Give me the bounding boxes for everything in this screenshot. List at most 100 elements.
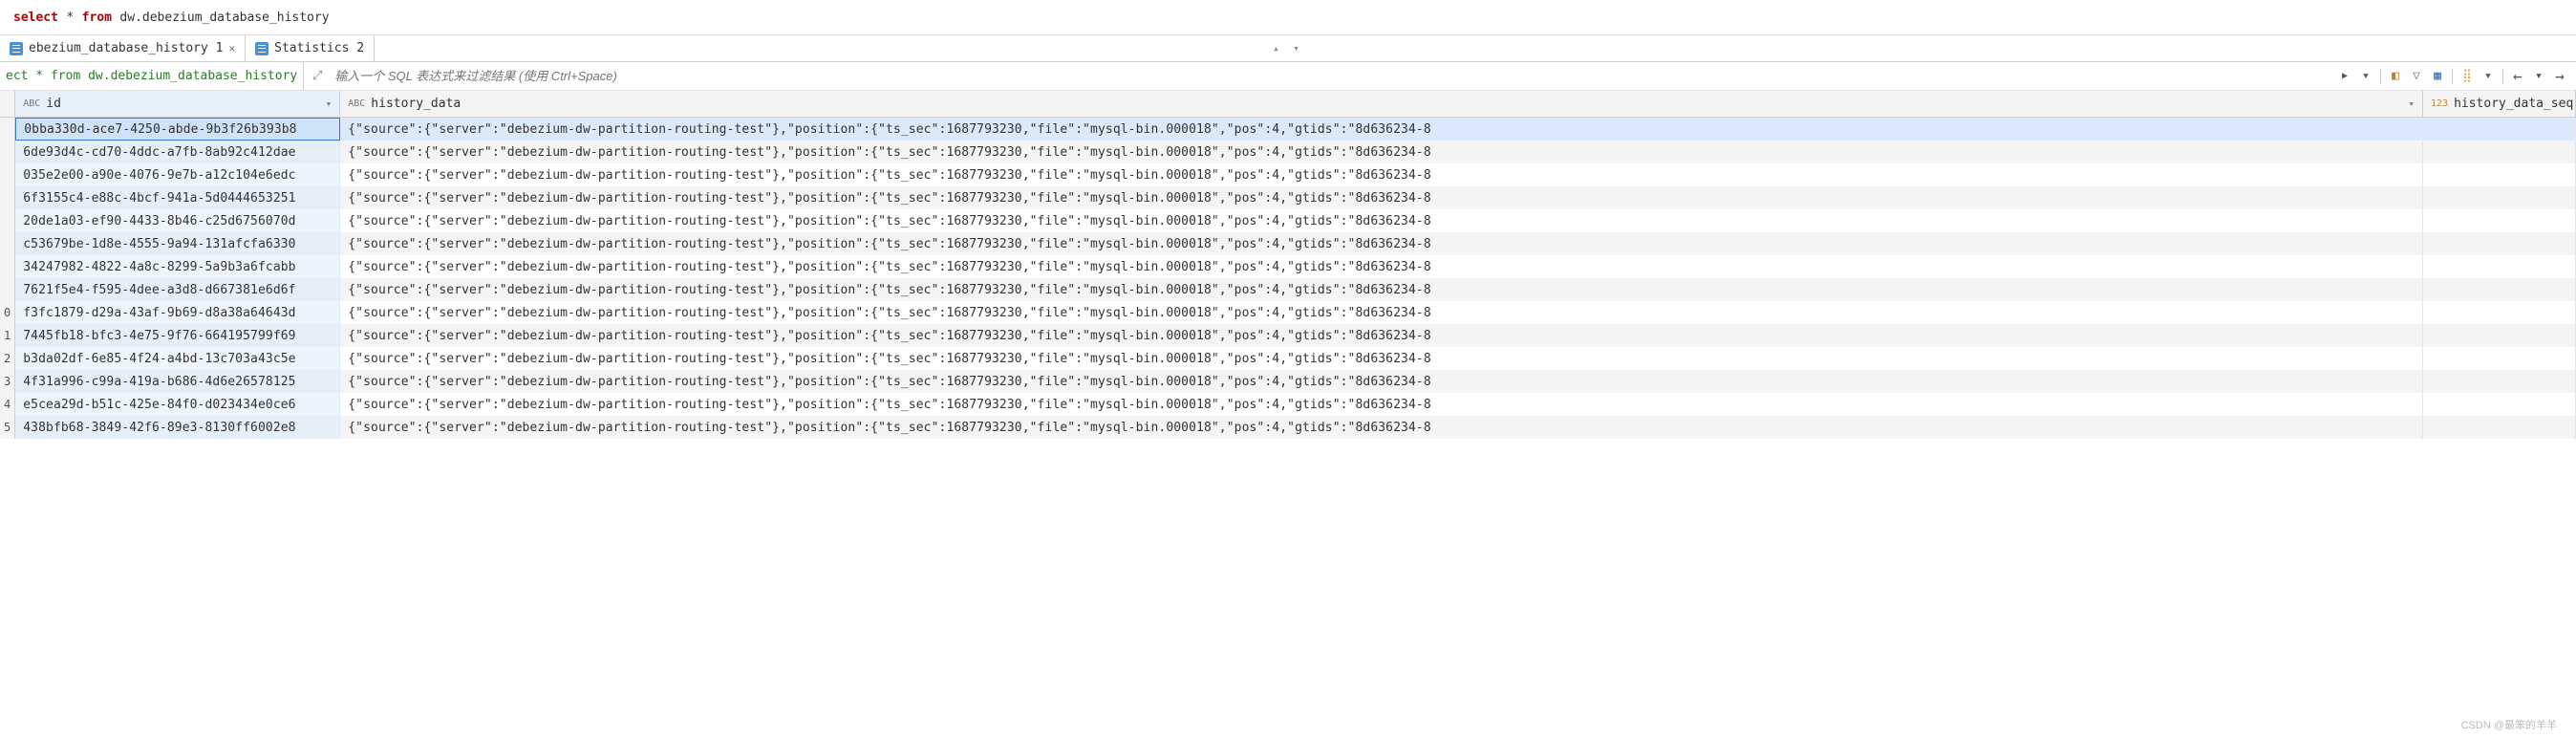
cell-history-data-seq[interactable]: [2423, 324, 2576, 347]
cell-history-data-seq[interactable]: [2423, 347, 2576, 370]
row-number[interactable]: [0, 141, 14, 163]
cell-id[interactable]: 035e2e00-a90e-4076-9e7b-a12c104e6edc: [15, 163, 340, 186]
column-header-history-data[interactable]: ABC history_data ▾: [340, 91, 2423, 117]
filter-icon[interactable]: ▾: [326, 98, 333, 110]
filter-input[interactable]: [331, 65, 2332, 87]
row-number[interactable]: 3: [0, 370, 14, 393]
row-number[interactable]: [0, 186, 14, 209]
text-type-icon: ABC: [23, 98, 40, 109]
column-header-history-data-seq[interactable]: 123 history_data_seq: [2423, 91, 2576, 117]
row-number[interactable]: [0, 209, 14, 232]
cell-history-data-seq[interactable]: [2423, 416, 2576, 439]
column-header-id[interactable]: ABC id ▾: [15, 91, 340, 117]
cell-history-data-seq[interactable]: [2423, 301, 2576, 324]
expand-icon[interactable]: ⤢: [308, 69, 327, 83]
row-number[interactable]: 2: [0, 347, 14, 370]
cell-history-data-seq[interactable]: [2423, 370, 2576, 393]
sql-editor[interactable]: select * from dw.debezium_database_histo…: [0, 0, 2576, 35]
tab-label: ebezium_database_history 1: [29, 41, 224, 55]
close-icon[interactable]: ✕: [229, 42, 236, 54]
nav-back-icon[interactable]: ←: [2509, 68, 2526, 85]
cell-id[interactable]: 7445fb18-bfc3-4e75-9f76-664195799f69: [15, 324, 340, 347]
cell-history-data[interactable]: {"source":{"server":"debezium-dw-partiti…: [340, 232, 2423, 255]
cell-id[interactable]: 438bfb68-3849-42f6-89e3-8130ff6002e8: [15, 416, 340, 439]
cell-history-data[interactable]: {"source":{"server":"debezium-dw-partiti…: [340, 416, 2423, 439]
cell-history-data[interactable]: {"source":{"server":"debezium-dw-partiti…: [340, 347, 2423, 370]
row-number[interactable]: [0, 232, 14, 255]
table-row[interactable]: 34247982-4822-4a8c-8299-5a9b3a6fcabb{"so…: [15, 255, 2576, 278]
save-icon[interactable]: ▦: [2429, 68, 2446, 85]
cell-id[interactable]: c53679be-1d8e-4555-9a94-131afcfa6330: [15, 232, 340, 255]
table-row[interactable]: f3fc1879-d29a-43af-9b69-d8a38a64643d{"so…: [15, 301, 2576, 324]
funnel-icon[interactable]: ▽: [2408, 68, 2425, 85]
cell-history-data[interactable]: {"source":{"server":"debezium-dw-partiti…: [340, 209, 2423, 232]
tab-statistics[interactable]: Statistics 2: [246, 35, 375, 61]
nav-forward-icon[interactable]: →: [2551, 68, 2568, 85]
cell-history-data[interactable]: {"source":{"server":"debezium-dw-partiti…: [340, 393, 2423, 416]
grid-icon: [255, 42, 268, 55]
cell-id[interactable]: f3fc1879-d29a-43af-9b69-d8a38a64643d: [15, 301, 340, 324]
row-number[interactable]: 4: [0, 393, 14, 416]
result-tabs: ebezium_database_history 1 ✕ Statistics …: [0, 35, 2576, 62]
cell-history-data-seq[interactable]: [2423, 209, 2576, 232]
cell-id[interactable]: 0bba330d-ace7-4250-abde-9b3f26b393b8: [15, 118, 340, 141]
table-row[interactable]: 035e2e00-a90e-4076-9e7b-a12c104e6edc{"so…: [15, 163, 2576, 186]
table-row[interactable]: b3da02df-6e85-4f24-a4bd-13c703a43c5e{"so…: [15, 347, 2576, 370]
cell-id[interactable]: 7621f5e4-f595-4dee-a3d8-d667381e6d6f: [15, 278, 340, 301]
cell-history-data-seq[interactable]: [2423, 278, 2576, 301]
cell-id[interactable]: 4f31a996-c99a-419a-b686-4d6e26578125: [15, 370, 340, 393]
cell-id[interactable]: b3da02df-6e85-4f24-a4bd-13c703a43c5e: [15, 347, 340, 370]
cell-id[interactable]: 20de1a03-ef90-4433-8b46-c25d6756070d: [15, 209, 340, 232]
row-number[interactable]: 0: [0, 301, 14, 324]
row-number[interactable]: [0, 278, 14, 301]
row-number[interactable]: [0, 255, 14, 278]
filter-icon[interactable]: ▾: [2408, 98, 2415, 110]
cell-history-data[interactable]: {"source":{"server":"debezium-dw-partiti…: [340, 255, 2423, 278]
cell-history-data[interactable]: {"source":{"server":"debezium-dw-partiti…: [340, 118, 2423, 141]
tab-label: Statistics 2: [274, 41, 364, 55]
table-row[interactable]: 6f3155c4-e88c-4bcf-941a-5d0444653251{"so…: [15, 186, 2576, 209]
table-row[interactable]: 7621f5e4-f595-4dee-a3d8-d667381e6d6f{"so…: [15, 278, 2576, 301]
cell-id[interactable]: 34247982-4822-4a8c-8299-5a9b3a6fcabb: [15, 255, 340, 278]
dropdown-icon[interactable]: ▾: [2479, 68, 2497, 85]
row-number[interactable]: [0, 118, 14, 141]
panel-config-icon[interactable]: ◧: [2387, 68, 2404, 85]
cell-history-data-seq[interactable]: [2423, 393, 2576, 416]
row-number[interactable]: 5: [0, 416, 14, 439]
history-dropdown-icon[interactable]: ▾: [2357, 68, 2374, 85]
table-row[interactable]: 4f31a996-c99a-419a-b686-4d6e26578125{"so…: [15, 370, 2576, 393]
dropdown-icon[interactable]: ▾: [2530, 68, 2547, 85]
number-type-icon: 123: [2431, 98, 2448, 109]
cell-history-data-seq[interactable]: [2423, 141, 2576, 163]
table-row[interactable]: e5cea29d-b51c-425e-84f0-d023434e0ce6{"so…: [15, 393, 2576, 416]
cell-history-data[interactable]: {"source":{"server":"debezium-dw-partiti…: [340, 186, 2423, 209]
row-number[interactable]: [0, 163, 14, 186]
cell-history-data[interactable]: {"source":{"server":"debezium-dw-partiti…: [340, 141, 2423, 163]
collapse-carets-icon[interactable]: ▴ ▾: [1273, 42, 1303, 54]
cell-id[interactable]: e5cea29d-b51c-425e-84f0-d023434e0ce6: [15, 393, 340, 416]
table-row[interactable]: 7445fb18-bfc3-4e75-9f76-664195799f69{"so…: [15, 324, 2576, 347]
apply-filter-icon[interactable]: ▶: [2336, 68, 2353, 85]
settings-icon[interactable]: ⣿: [2458, 68, 2476, 85]
cell-history-data[interactable]: {"source":{"server":"debezium-dw-partiti…: [340, 278, 2423, 301]
cell-id[interactable]: 6f3155c4-e88c-4bcf-941a-5d0444653251: [15, 186, 340, 209]
table-row[interactable]: 6de93d4c-cd70-4ddc-a7fb-8ab92c412dae{"so…: [15, 141, 2576, 163]
cell-history-data-seq[interactable]: [2423, 163, 2576, 186]
cell-history-data[interactable]: {"source":{"server":"debezium-dw-partiti…: [340, 301, 2423, 324]
table-row[interactable]: 20de1a03-ef90-4433-8b46-c25d6756070d{"so…: [15, 209, 2576, 232]
row-number[interactable]: 1: [0, 324, 14, 347]
cell-history-data-seq[interactable]: [2423, 232, 2576, 255]
cell-history-data[interactable]: {"source":{"server":"debezium-dw-partiti…: [340, 324, 2423, 347]
cell-history-data-seq[interactable]: [2423, 255, 2576, 278]
column-label: history_data_seq: [2454, 97, 2573, 111]
table-row[interactable]: c53679be-1d8e-4555-9a94-131afcfa6330{"so…: [15, 232, 2576, 255]
table-row[interactable]: 438bfb68-3849-42f6-89e3-8130ff6002e8{"so…: [15, 416, 2576, 439]
cell-history-data-seq[interactable]: [2423, 186, 2576, 209]
cell-history-data-seq[interactable]: [2423, 118, 2576, 141]
cell-id[interactable]: 6de93d4c-cd70-4ddc-a7fb-8ab92c412dae: [15, 141, 340, 163]
cell-history-data[interactable]: {"source":{"server":"debezium-dw-partiti…: [340, 163, 2423, 186]
tab-results[interactable]: ebezium_database_history 1 ✕: [0, 35, 246, 61]
table-row[interactable]: 0bba330d-ace7-4250-abde-9b3f26b393b8{"so…: [15, 118, 2576, 141]
cell-history-data[interactable]: {"source":{"server":"debezium-dw-partiti…: [340, 370, 2423, 393]
separator: [2502, 69, 2503, 84]
